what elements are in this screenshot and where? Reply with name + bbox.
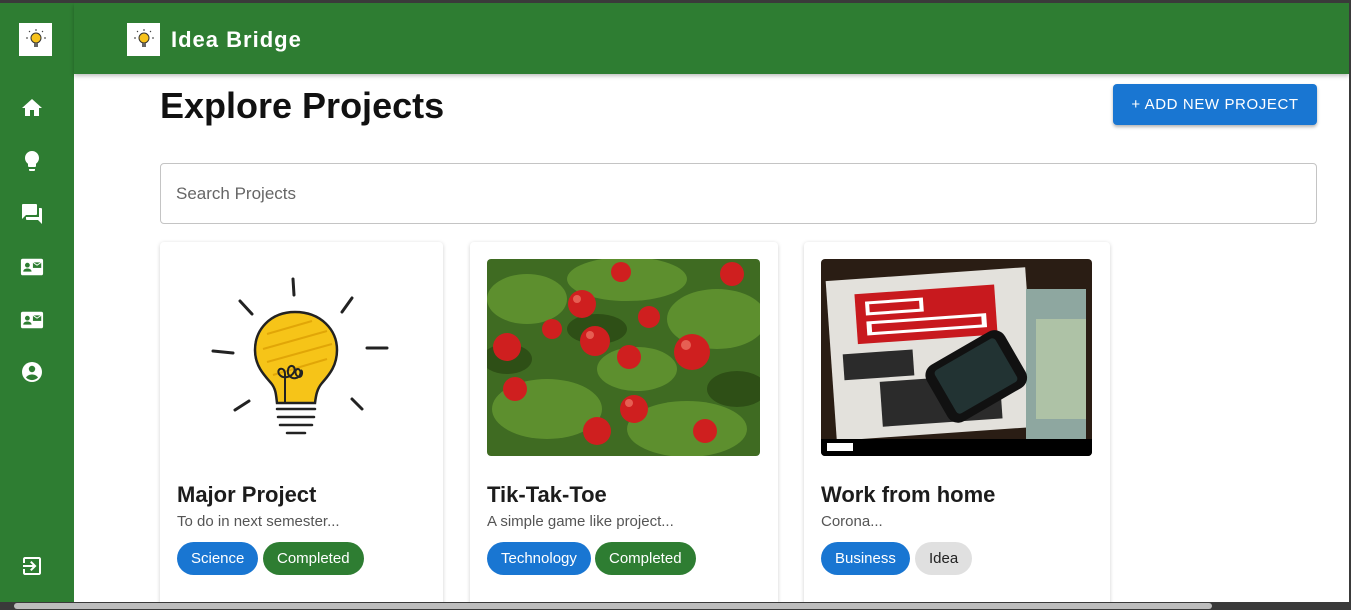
logout-icon — [23, 557, 41, 575]
forum-icon — [22, 204, 42, 224]
project-title: Work from home — [821, 482, 996, 507]
project-title: Major Project — [177, 482, 317, 507]
sidebar — [0, 3, 74, 603]
sidebar-item-home[interactable] — [20, 96, 44, 120]
scrollbar-thumb[interactable] — [14, 603, 1212, 609]
app-title: Idea Bridge — [171, 27, 302, 52]
home-icon — [22, 99, 42, 116]
horizontal-scrollbar[interactable] — [0, 602, 1351, 610]
project-image — [177, 259, 426, 456]
sidebar-item-ideas[interactable] — [20, 149, 44, 173]
project-card[interactable]: Major Project To do in next semester... … — [160, 242, 443, 603]
project-card[interactable]: Work from home Corona... Business Idea — [804, 242, 1110, 603]
sidebar-item-logout[interactable] — [20, 554, 44, 578]
header-logo[interactable] — [127, 23, 160, 56]
search-input[interactable] — [160, 163, 1317, 224]
lightbulb-logo-icon — [25, 28, 46, 47]
sidebar-item-contact-2[interactable] — [20, 308, 44, 332]
status-chip[interactable]: Completed — [595, 542, 696, 575]
sidebar-item-contact-1[interactable] — [20, 255, 44, 279]
project-description: To do in next semester... — [177, 513, 340, 530]
project-title: Tik-Tak-Toe — [487, 482, 607, 507]
project-description: A simple game like project... — [487, 513, 674, 530]
project-image — [821, 259, 1092, 456]
contact-mail-icon — [20, 258, 44, 276]
status-chip[interactable]: Completed — [263, 542, 364, 575]
apple-tree-photo — [487, 259, 760, 456]
top-app-bar: Idea Bridge — [74, 3, 1349, 74]
contact-mail-icon — [20, 311, 44, 329]
lightbulb-logo-icon — [133, 28, 154, 47]
project-card[interactable]: Tik-Tak-Toe A simple game like project..… — [470, 242, 778, 603]
project-image — [487, 259, 760, 456]
page-title: Explore Projects — [160, 85, 445, 126]
account-circle-icon — [22, 362, 42, 382]
newspaper-phone-photo — [821, 259, 1092, 456]
sidebar-item-forum[interactable] — [20, 202, 44, 226]
status-chip[interactable]: Idea — [915, 542, 973, 575]
project-description: Corona... — [821, 513, 883, 530]
category-chip[interactable]: Technology — [487, 542, 591, 575]
category-chip[interactable]: Business — [821, 542, 910, 575]
add-new-project-button[interactable]: + ADD NEW PROJECT — [1113, 84, 1317, 125]
lightbulb-illustration — [177, 259, 426, 456]
category-chip[interactable]: Science — [177, 542, 259, 575]
app-logo[interactable] — [19, 23, 52, 56]
app-window: Idea Bridge Explore Projects + ADD NEW P… — [0, 3, 1349, 603]
lightbulb-icon — [25, 151, 39, 171]
sidebar-item-profile[interactable] — [20, 360, 44, 384]
